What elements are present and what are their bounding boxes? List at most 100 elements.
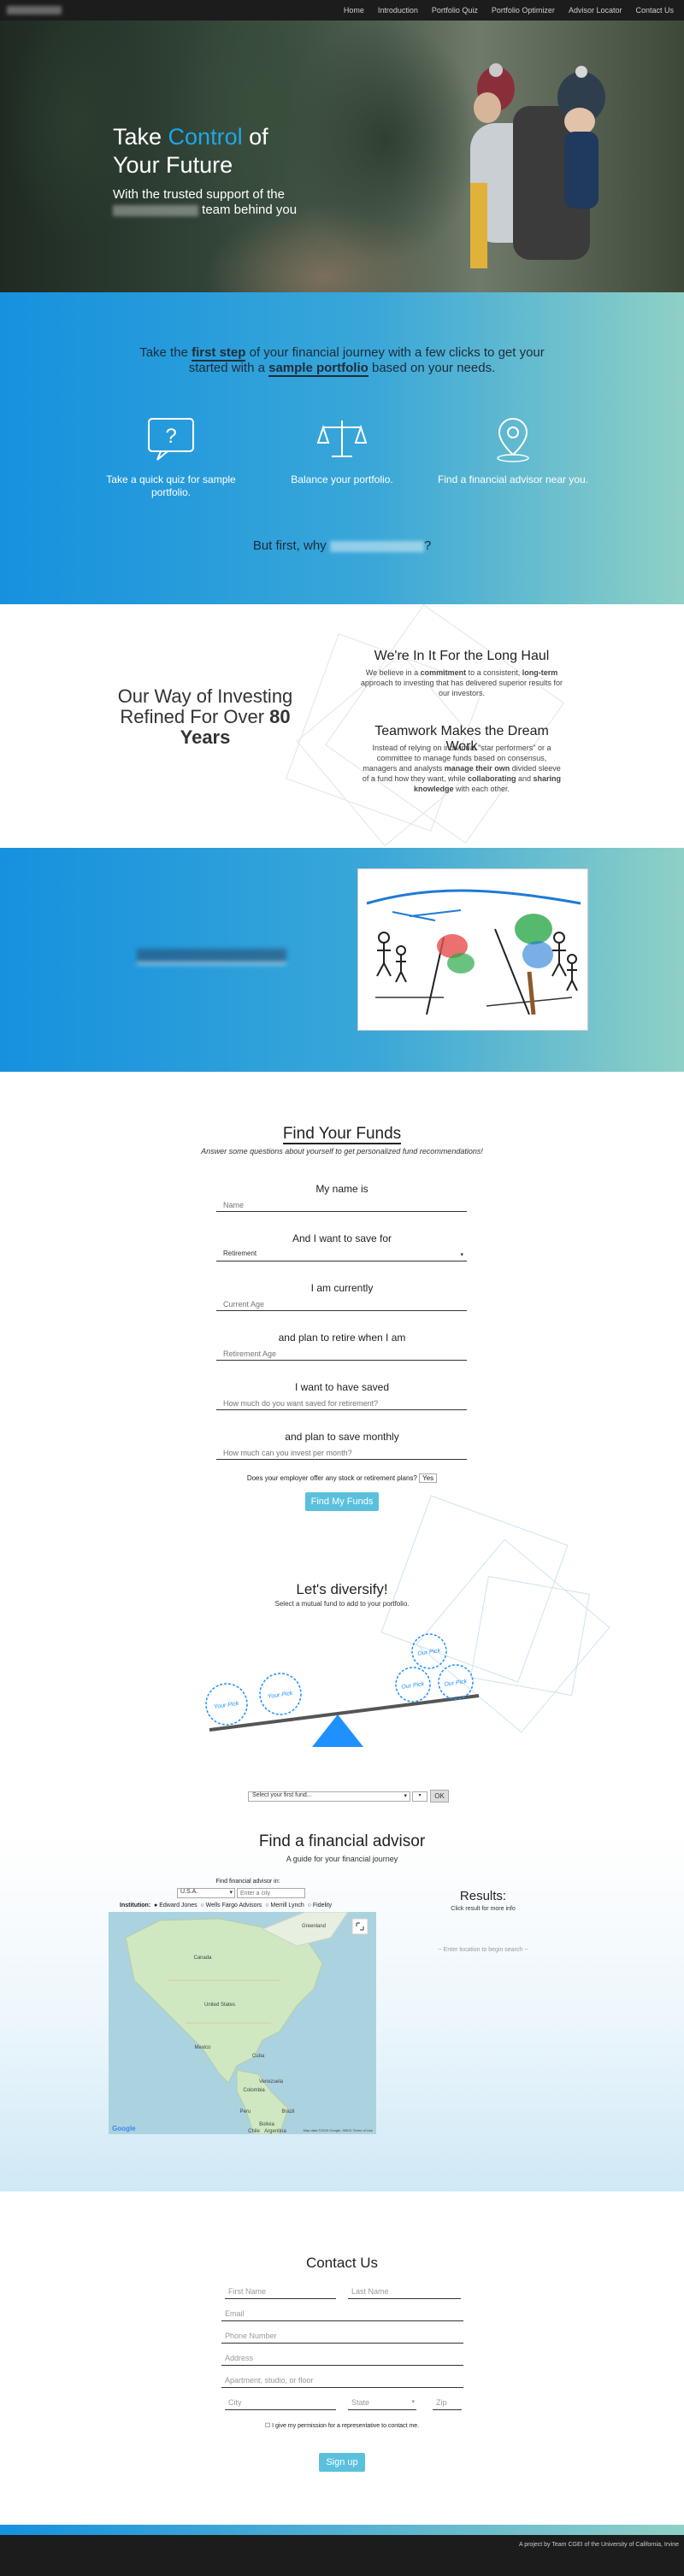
- footer-credit: A project by Team CGEI of the University…: [518, 2542, 679, 2548]
- employer-plan-question: Does your employer offer any stock or re…: [0, 1473, 684, 1483]
- employer-plan-select[interactable]: Yes: [419, 1473, 438, 1483]
- city-input[interactable]: [237, 1888, 305, 1898]
- hero-subtitle: With the trusted support of the team beh…: [113, 187, 298, 217]
- nav-portfolio-optimizer[interactable]: Portfolio Optimizer: [485, 6, 562, 15]
- retirement-age-input[interactable]: [216, 1347, 467, 1361]
- country-select[interactable]: U.S.A. ▾: [177, 1888, 235, 1898]
- north-america-map: Canada United States Mexico Cuba Venezue…: [112, 1912, 374, 2134]
- svg-text:Greenland: Greenland: [302, 1924, 326, 1929]
- state-select[interactable]: State ▾: [348, 2398, 416, 2410]
- feature-advisor-label: Find a financial advisor near you.: [437, 473, 589, 485]
- teamwork-text: Instead of relying on individual "star p…: [362, 744, 562, 793]
- funds-subtitle: Answer some questions about yourself to …: [201, 1147, 483, 1156]
- svg-text:?: ?: [165, 425, 176, 448]
- footer-accent-band: [0, 2525, 684, 2535]
- fullscreen-button: [351, 1918, 369, 1935]
- current-age-input[interactable]: [216, 1297, 467, 1311]
- svg-text:Venezuela: Venezuela: [259, 2079, 284, 2085]
- advisor-locator-section: Find a financial advisor A guide for you…: [0, 1832, 684, 2191]
- why-heading: But first, why ?: [252, 538, 432, 553]
- funds-title: Find Your Funds: [282, 1125, 402, 1144]
- fund-select[interactable]: Select your first fund... ▾: [248, 1791, 410, 1802]
- footer: A project by Team CGEI of the University…: [0, 2535, 684, 2576]
- your-pick-label: Your Pick: [214, 1701, 240, 1710]
- diversify-subtitle: Select a mutual fund to add to your port…: [274, 1600, 410, 1608]
- nav-portfolio-quiz[interactable]: Portfolio Quiz: [425, 6, 485, 15]
- blurred-company-name: [329, 540, 424, 552]
- hiker-illustration: [470, 63, 605, 268]
- fund-ok-button[interactable]: OK: [430, 1790, 449, 1803]
- institution-option[interactable]: ○ Wells Fargo Advisors: [199, 1903, 262, 1908]
- current-age-question: I am currently: [310, 1282, 374, 1294]
- sign-up-button[interactable]: Sign up: [319, 2453, 365, 2472]
- feature-balance[interactable]: Balance your portfolio.: [261, 415, 423, 486]
- svg-text:Argentina: Argentina: [264, 2129, 286, 2134]
- svg-text:Peru: Peru: [240, 2109, 251, 2114]
- contact-section: Contact Us First Name Last Name Email Ph…: [0, 2191, 684, 2525]
- nav-contact-us[interactable]: Contact Us: [628, 6, 681, 15]
- nav-introduction[interactable]: Introduction: [371, 6, 425, 15]
- blurred-video-title: [137, 949, 286, 964]
- find-my-funds-button[interactable]: Find My Funds: [305, 1492, 379, 1511]
- results-title: Results:: [459, 1889, 507, 1903]
- zip-input[interactable]: Zip: [433, 2398, 462, 2410]
- institution-option[interactable]: ● Edward Jones: [152, 1903, 198, 1908]
- scale-balance-icon: [316, 421, 368, 457]
- svg-text:Chile: Chile: [248, 2129, 260, 2134]
- address-input[interactable]: Address: [221, 2354, 463, 2366]
- video-player[interactable]: [357, 868, 588, 1031]
- find-your-funds-section: Find Your Funds Answer some questions ab…: [0, 1072, 684, 1832]
- investing-title: Our Way of Investing Refined For Over 80 Y…: [117, 685, 293, 748]
- svg-text:Brazil: Brazil: [281, 2109, 294, 2114]
- feature-quiz[interactable]: ? Take a quick quiz for sample portfolio…: [90, 415, 252, 499]
- journey-section: Take the first step of your financial jo…: [0, 292, 684, 604]
- feature-quiz-label: Take a quick quiz for sample portfolio.: [106, 473, 236, 498]
- chevron-down-icon: ▾: [404, 1793, 407, 1799]
- institution-filter: Institution: ● Edward Jones ○ Wells Farg…: [120, 1903, 333, 1908]
- apartment-input[interactable]: Apartment, studio, or floor: [221, 2376, 463, 2388]
- save-for-select[interactable]: Retirement ▾: [216, 1250, 467, 1262]
- our-pick-label: Our Pick: [401, 1681, 425, 1691]
- phone-input[interactable]: Phone Number: [221, 2332, 463, 2344]
- first-name-input[interactable]: First Name: [225, 2287, 336, 2299]
- advisor-title: Find a financial advisor: [258, 1832, 426, 1850]
- quiz-speech-bubble-icon: ?: [148, 418, 194, 461]
- last-name-input[interactable]: Last Name: [348, 2287, 461, 2299]
- portfolio-balance-scale: Your Pick Your Pick Our Pick Our Pick Ou…: [205, 1633, 480, 1747]
- nav-advisor-locator[interactable]: Advisor Locator: [562, 6, 629, 15]
- chevron-down-icon: ▾: [229, 1890, 233, 1896]
- contact-permission: ☐ I give my permission for a representat…: [264, 2423, 420, 2429]
- institution-option[interactable]: ○ Fidelity: [306, 1903, 332, 1908]
- diversify-title: Let's diversify!: [296, 1581, 388, 1597]
- your-pick-label: Your Pick: [268, 1691, 294, 1700]
- svg-text:Canada: Canada: [193, 1956, 212, 1961]
- savings-goal-input[interactable]: [216, 1397, 467, 1410]
- hero-banner: Take Control of Your Future With the trus…: [0, 21, 684, 292]
- fund-quantity-select[interactable]: ▾: [412, 1791, 428, 1802]
- long-haul-heading: We're In It For the Long Haul: [374, 649, 550, 663]
- advisor-map[interactable]: Canada United States Mexico Cuba Venezue…: [109, 1912, 376, 2134]
- advisor-subtitle: A guide for your financial journey: [286, 1855, 398, 1863]
- results-empty-message: -- Enter location to begin search --: [438, 1947, 528, 1953]
- journey-intro: Take the first step of your financial jo…: [139, 345, 545, 377]
- results-subtitle: Click result for more info: [451, 1906, 516, 1912]
- feature-advisor[interactable]: Find a financial advisor near you.: [432, 415, 594, 486]
- long-haul-text: We believe in a commitment to a consiste…: [360, 668, 563, 697]
- email-input[interactable]: Email: [221, 2309, 463, 2321]
- savings-goal-question: I want to have saved: [294, 1381, 390, 1393]
- advisor-location-label: Find financial advisor in:: [215, 1879, 280, 1885]
- monthly-savings-input[interactable]: [216, 1446, 467, 1460]
- retire-age-question: and plan to retire when I am: [278, 1332, 406, 1344]
- save-for-question: And I want to save for: [292, 1232, 392, 1244]
- hero-title: Take Control of Your Future: [113, 124, 268, 178]
- brand-logo[interactable]: [7, 6, 62, 15]
- svg-text:Bolivia: Bolivia: [259, 2122, 274, 2127]
- name-input[interactable]: [216, 1198, 467, 1212]
- permission-checkbox[interactable]: ☐: [265, 2423, 270, 2429]
- svg-text:Cuba: Cuba: [252, 2054, 265, 2059]
- institution-option[interactable]: ○ Merrill Lynch: [263, 1903, 304, 1908]
- our-pick-label: Our Pick: [417, 1648, 441, 1657]
- nav-home[interactable]: Home: [337, 6, 371, 15]
- video-section: [0, 848, 684, 1072]
- city-field[interactable]: City: [225, 2398, 336, 2410]
